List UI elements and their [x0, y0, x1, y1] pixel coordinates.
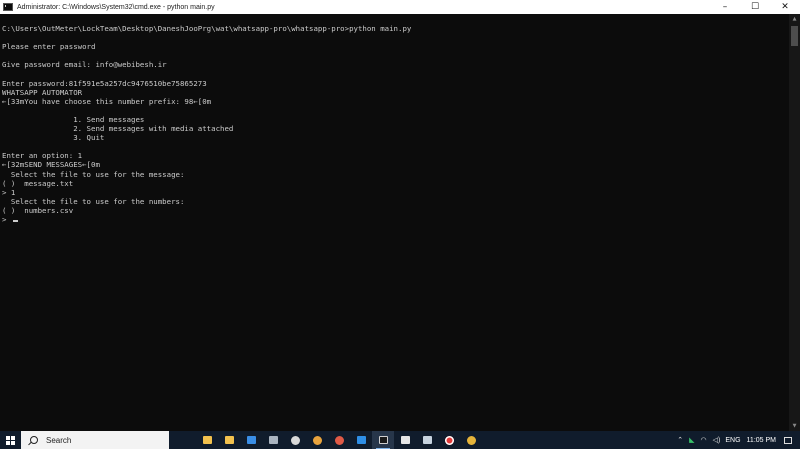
- taskbar-app-mail[interactable]: [240, 431, 262, 449]
- search-placeholder: Search: [46, 435, 72, 445]
- taskbar-app-settings[interactable]: [262, 431, 284, 449]
- console-line: Please enter password: [2, 42, 96, 52]
- text-cursor: [12, 219, 18, 222]
- pinned-apps: [196, 431, 482, 449]
- console-line: ( ) message.txt: [2, 178, 74, 188]
- wifi-icon[interactable]: ◠: [701, 436, 707, 444]
- taskbar-app-vscode[interactable]: [350, 431, 372, 449]
- camera-icon: [290, 435, 300, 445]
- taskbar-app-notes[interactable]: [394, 431, 416, 449]
- console-line: ←[33mYou have choose this number prefix:…: [2, 96, 212, 106]
- console-line: ( ) numbers.csv: [2, 205, 74, 215]
- system-tray: ⌃ ◣ ◠ ◁) ENG 11:05 PM: [674, 431, 800, 449]
- taskbar-app-camera[interactable]: [284, 431, 306, 449]
- file-explorer-icon: [202, 436, 212, 444]
- browser-icon: [466, 435, 476, 445]
- taskbar-app-photos[interactable]: [416, 431, 438, 449]
- taskbar-app-record[interactable]: [438, 431, 460, 449]
- minimize-button[interactable]: –: [710, 0, 740, 14]
- vscode-icon: [356, 436, 366, 444]
- mail-icon: [246, 436, 256, 444]
- chevron-up-icon[interactable]: ⌃: [677, 436, 683, 444]
- console-line: Enter an option: 1: [2, 151, 83, 161]
- scroll-down-icon[interactable]: ▼: [789, 421, 800, 431]
- taskbar: Search ⌃ ◣ ◠ ◁) ENG 11:05 PM: [0, 431, 800, 449]
- volume-icon[interactable]: ◁): [713, 436, 721, 444]
- maximize-button[interactable]: ☐: [740, 0, 770, 14]
- console-line: ←[32mSEND MESSAGES←[0m: [2, 160, 100, 170]
- console-line: Enter password:81f591e5a257dc9476510be75…: [2, 78, 207, 88]
- taskbar-app-chrome-alt[interactable]: [328, 431, 350, 449]
- console-line: WHATSAPP AUTOMATOR: [2, 87, 83, 97]
- notes-icon: [400, 436, 410, 444]
- taskbar-app-store[interactable]: [218, 431, 240, 449]
- console-line: >: [2, 215, 789, 224]
- console-line: C:\Users\OutMeter\LockTeam\Desktop\Danes…: [2, 24, 412, 33]
- store-icon: [224, 436, 234, 444]
- scroll-up-icon[interactable]: ▲: [789, 14, 800, 24]
- network-icon[interactable]: ◣: [689, 436, 694, 444]
- language-indicator[interactable]: ENG: [725, 437, 740, 444]
- console-line: 2. Send messages with media attached: [2, 124, 234, 134]
- notifications-icon[interactable]: [784, 436, 792, 444]
- chrome-icon: [312, 435, 322, 445]
- close-button[interactable]: ✕: [770, 0, 800, 14]
- chrome-alt-icon: [334, 435, 344, 445]
- terminal-icon: [378, 436, 388, 444]
- taskbar-app-chrome[interactable]: [306, 431, 328, 449]
- console-line: Select the file to use for the message:: [2, 169, 185, 179]
- clock[interactable]: 11:05 PM: [747, 437, 776, 444]
- window-title: Administrator: C:\Windows\System32\cmd.e…: [17, 3, 215, 11]
- console-line: 3. Quit: [2, 133, 105, 143]
- photos-icon: [422, 436, 432, 444]
- console-line: 1. Send messages: [2, 114, 145, 124]
- window-controls: – ☐ ✕: [710, 0, 800, 14]
- console-line: Select the file to use for the numbers:: [2, 196, 185, 206]
- windows-logo-icon: [5, 435, 15, 445]
- console-output[interactable]: C:\Users\OutMeter\LockTeam\Desktop\Danes…: [0, 14, 789, 431]
- console-line: Give password email: info@webibesh.ir: [2, 60, 167, 70]
- terminal-window: Administrator: C:\Windows\System32\cmd.e…: [0, 0, 800, 431]
- console-line: > 1: [2, 187, 16, 197]
- cmd-icon: [3, 3, 13, 11]
- taskbar-search[interactable]: Search: [21, 431, 169, 449]
- record-icon: [444, 435, 454, 445]
- title-bar[interactable]: Administrator: C:\Windows\System32\cmd.e…: [0, 0, 800, 14]
- taskbar-app-file-explorer[interactable]: [196, 431, 218, 449]
- scroll-thumb[interactable]: [791, 26, 798, 46]
- search-icon: [30, 436, 38, 444]
- vertical-scrollbar[interactable]: ▲ ▼: [789, 14, 800, 431]
- taskbar-app-browser[interactable]: [460, 431, 482, 449]
- settings-icon: [268, 436, 278, 444]
- taskbar-app-terminal[interactable]: [372, 431, 394, 449]
- start-button[interactable]: [0, 431, 20, 449]
